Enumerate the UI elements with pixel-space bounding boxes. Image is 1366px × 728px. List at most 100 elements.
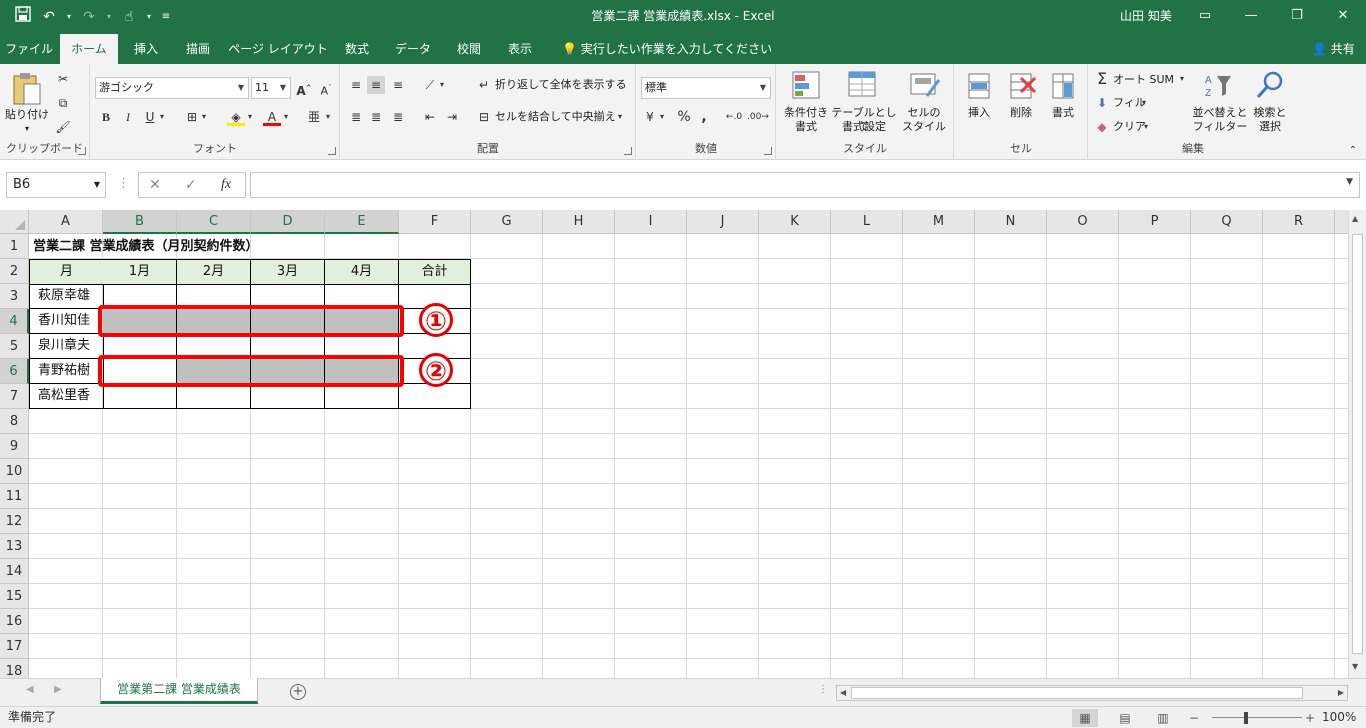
- number-launcher-icon[interactable]: [764, 147, 772, 155]
- horizontal-scrollbar[interactable]: ◀ ▶: [836, 685, 1348, 701]
- fill-color-icon[interactable]: ◈: [227, 108, 245, 126]
- ribbon-display-options-icon[interactable]: ▭: [1182, 0, 1228, 32]
- row-header-15[interactable]: 15: [0, 584, 29, 609]
- tab-page-layout[interactable]: ページ レイアウト: [226, 34, 330, 64]
- cell-styles-label-2[interactable]: スタイル: [897, 120, 951, 134]
- row-header-13[interactable]: 13: [0, 534, 29, 559]
- data-cell[interactable]: [325, 384, 399, 409]
- sheet-next-icon[interactable]: ▶: [54, 684, 62, 695]
- row-header-18[interactable]: 18: [0, 659, 29, 678]
- name-cell[interactable]: 萩原幸雄: [30, 284, 104, 309]
- align-right-icon[interactable]: ≣: [389, 108, 407, 126]
- column-header-e[interactable]: E: [325, 210, 399, 234]
- row-header-6[interactable]: 6: [0, 359, 29, 384]
- wrap-text-icon[interactable]: ↵: [475, 76, 493, 94]
- formula-input[interactable]: ▼: [250, 172, 1360, 198]
- tab-home[interactable]: ホーム: [60, 34, 118, 64]
- column-header-i[interactable]: I: [615, 210, 687, 234]
- sort-filter-label-1[interactable]: 並べ替えと: [1189, 106, 1251, 120]
- column-header-l[interactable]: L: [831, 210, 903, 234]
- insert-button[interactable]: 挿入: [957, 106, 1001, 120]
- worksheet-grid[interactable]: A B C D E F G H I J K L M N O P Q R 1 2 …: [0, 210, 1348, 678]
- name-cell[interactable]: 泉川章夫: [30, 334, 104, 359]
- insert-function-icon[interactable]: fx: [221, 173, 231, 197]
- chevron-down-icon[interactable]: ▾: [615, 108, 625, 126]
- row-header-1[interactable]: 1: [0, 234, 29, 259]
- font-color-icon[interactable]: A: [263, 108, 281, 126]
- sheet-tab-active[interactable]: 営業第二課 営業成績表: [100, 678, 258, 704]
- column-header-j[interactable]: J: [687, 210, 759, 234]
- italic-button[interactable]: I: [119, 108, 137, 126]
- format-as-table-label-2[interactable]: 書式設定: [829, 120, 899, 134]
- format-button[interactable]: 書式: [1041, 106, 1085, 120]
- increase-decimal-icon[interactable]: ←.0: [725, 108, 743, 126]
- tell-me-box[interactable]: 💡 実行したい作業を入力してください: [562, 34, 772, 64]
- horizontal-scroll-thumb[interactable]: [851, 687, 1303, 699]
- column-header-r[interactable]: R: [1263, 210, 1335, 234]
- tab-file[interactable]: ファイル: [0, 34, 58, 64]
- header-cell-apr[interactable]: 4月: [325, 260, 399, 285]
- font-size-dropdown[interactable]: 11 ▼: [251, 77, 291, 99]
- column-header-m[interactable]: M: [903, 210, 975, 234]
- align-bottom-icon[interactable]: ≡: [389, 76, 407, 94]
- column-header-c[interactable]: C: [177, 210, 251, 234]
- wrap-text-button[interactable]: 折り返して全体を表示する: [495, 78, 627, 92]
- scroll-down-icon[interactable]: ▼: [1352, 662, 1358, 671]
- conditional-formatting-icon[interactable]: [791, 70, 821, 100]
- data-cell[interactable]: [177, 384, 251, 409]
- name-cell[interactable]: 香川知佳: [30, 309, 104, 334]
- page-layout-view-icon[interactable]: ▤: [1112, 709, 1138, 727]
- row-header-2[interactable]: 2: [0, 259, 29, 284]
- tab-split-handle-icon[interactable]: ⋮: [818, 684, 828, 695]
- tab-formulas[interactable]: 数式: [334, 34, 380, 64]
- cut-icon[interactable]: ✂: [54, 70, 72, 88]
- merge-center-button[interactable]: セルを結合して中央揃え: [495, 110, 616, 124]
- font-name-dropdown[interactable]: 游ゴシック ▼: [95, 77, 249, 99]
- column-header-f[interactable]: F: [399, 210, 471, 234]
- format-cells-icon[interactable]: [1049, 72, 1077, 100]
- insert-cells-icon[interactable]: [965, 72, 993, 100]
- column-header-q[interactable]: Q: [1191, 210, 1263, 234]
- enter-icon[interactable]: ✓: [185, 173, 197, 197]
- autosum-button[interactable]: オート SUM: [1113, 73, 1174, 87]
- column-header-h[interactable]: H: [543, 210, 615, 234]
- name-cell[interactable]: 青野祐樹: [30, 359, 104, 384]
- vertical-scrollbar[interactable]: ▲ ▼: [1348, 210, 1366, 678]
- restore-icon[interactable]: ❐: [1274, 0, 1320, 32]
- cell-styles-label-1[interactable]: セルの: [897, 106, 951, 120]
- fill-icon[interactable]: ⬇: [1093, 94, 1111, 112]
- find-select-label-2[interactable]: 選択: [1245, 120, 1295, 134]
- align-center-icon[interactable]: ≣: [367, 108, 385, 126]
- sheet-title-cell[interactable]: 営業二課 営業成績表（月別契約件数）: [33, 234, 259, 259]
- data-cell[interactable]: [251, 384, 325, 409]
- align-left-icon[interactable]: ≣: [347, 108, 365, 126]
- column-header-d[interactable]: D: [251, 210, 325, 234]
- decrease-indent-icon[interactable]: ⇤: [421, 108, 439, 126]
- alignment-launcher-icon[interactable]: [624, 147, 632, 155]
- delete-button[interactable]: 削除: [999, 106, 1043, 120]
- delete-cells-icon[interactable]: [1007, 72, 1037, 100]
- row-header-9[interactable]: 9: [0, 434, 29, 459]
- row-header-14[interactable]: 14: [0, 559, 29, 584]
- vertical-scroll-thumb[interactable]: [1352, 234, 1363, 654]
- column-header-p[interactable]: P: [1119, 210, 1191, 234]
- align-middle-icon[interactable]: ≡: [367, 76, 385, 94]
- conditional-formatting-label-1[interactable]: 条件付き: [779, 106, 833, 120]
- zoom-slider-thumb[interactable]: [1244, 712, 1248, 724]
- column-header-s[interactable]: [1335, 210, 1348, 234]
- name-box[interactable]: B6 ▼: [6, 172, 106, 198]
- bold-button[interactable]: B: [97, 108, 115, 126]
- paste-icon[interactable]: [12, 72, 42, 106]
- column-header-g[interactable]: G: [471, 210, 543, 234]
- eraser-icon[interactable]: ◆: [1093, 118, 1111, 136]
- decrease-decimal-icon[interactable]: .00→: [747, 108, 769, 126]
- chevron-down-icon[interactable]: ▾: [14, 122, 40, 136]
- chevron-down-icon[interactable]: ▾: [323, 108, 333, 126]
- tab-review[interactable]: 校閲: [446, 34, 492, 64]
- merge-center-icon[interactable]: ⊟: [475, 108, 493, 126]
- select-all-corner[interactable]: [0, 210, 29, 234]
- cancel-icon[interactable]: ✕: [149, 173, 161, 197]
- font-launcher-icon[interactable]: [328, 147, 336, 155]
- scroll-up-icon[interactable]: ▲: [1352, 214, 1358, 223]
- header-cell-total[interactable]: 合計: [399, 260, 471, 285]
